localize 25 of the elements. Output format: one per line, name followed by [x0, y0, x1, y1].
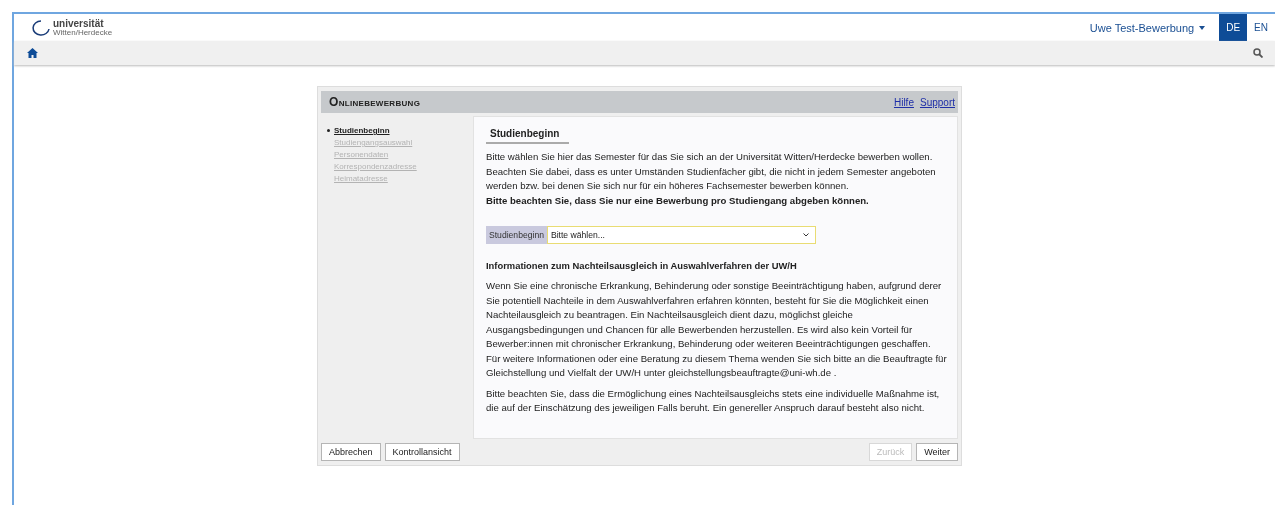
search-icon — [1253, 48, 1263, 58]
intro-text: Bitte wählen Sie hier das Semester für das Sie sich an der Universität Witten/Herdecke bewerben wollen. Beachten Sie dabei, dass es unter Umständen Studienfächer gibt, die nicht in jedem Semester angeboten werden bzw. bei denen Sie sich nur für ein höheres Fachsemester bewerben können. — [486, 150, 937, 193]
caret-icon — [1199, 25, 1206, 30]
help-link[interactable]: Hilfe — [893, 96, 914, 108]
home-icon — [27, 48, 38, 58]
chevron-down-icon — [802, 233, 809, 237]
bullet-icon — [327, 129, 330, 132]
step-link[interactable]: Studienbeginn — [334, 126, 390, 135]
logo-ring-icon — [32, 19, 50, 36]
info-heading: Informationen zum Nachteilsausgleich in Auswahlverfahren der UW/H — [486, 260, 798, 271]
user-menu[interactable]: Uwe Test-Bewerbung — [1089, 21, 1206, 34]
language-button[interactable]: DE — [1219, 14, 1248, 41]
logo-subtext: Witten/Herdecke — [53, 28, 113, 37]
language-button[interactable]: EN — [1247, 14, 1275, 41]
panel-title: Onlinebewerbung — [329, 95, 421, 109]
nav-button[interactable]: Kontrollansicht — [384, 443, 460, 461]
help-link[interactable]: Support — [919, 96, 955, 108]
info-paragraph: Bitte beachten Sie, dass die Ermöglichung eines Nachteilsausgleichs stets eine individuelle Maßnahme ist, die auf der Einschätzung des jeweiligen Falls beruht. Ein genereller Anspruch darauf besteht also nicht. — [486, 386, 941, 415]
nav-button[interactable]: Abbrechen — [321, 443, 381, 461]
nav-button[interactable]: Weiter — [916, 443, 958, 461]
notice-text: Bitte beachten Sie, dass Sie nur eine Bewerbung pro Studiengang abgeben können. — [486, 193, 870, 208]
field-label: Studienbeginn — [486, 226, 547, 244]
logo-text: universität — [53, 18, 105, 29]
semester-dropdown[interactable]: Bitte wählen... — [546, 226, 816, 244]
info-paragraph: Wenn Sie eine chronische Erkrankung, Behinderung oder sonstige Beeinträchtigung haben, aufgrund derer Sie potentiell Nachteile in dem Auswahlverfahren erfahren könnten, besteht für Sie die Möglichkeit einen Nachteilausgleich zu beantragen. Ein Nachteilsausgleich dient dazu, möglichst gleiche Ausgangsbedingungen und Chancen für alle Bewerbenden herzustellen. Es wird also kein Vorteil für Bewerber:innen mit chronischer Erkrankung, Behinderung oder weiteren Beeinträchtigungen geschaffen. Für weitere Informationen oder eine Beratung zu diesem Thema wenden Sie sich bitte an die Beauftragte für Gleichstellung und Vielfalt der UW/H unter gleichstellungsbeauftragte@uni-wh.de . — [486, 279, 947, 380]
